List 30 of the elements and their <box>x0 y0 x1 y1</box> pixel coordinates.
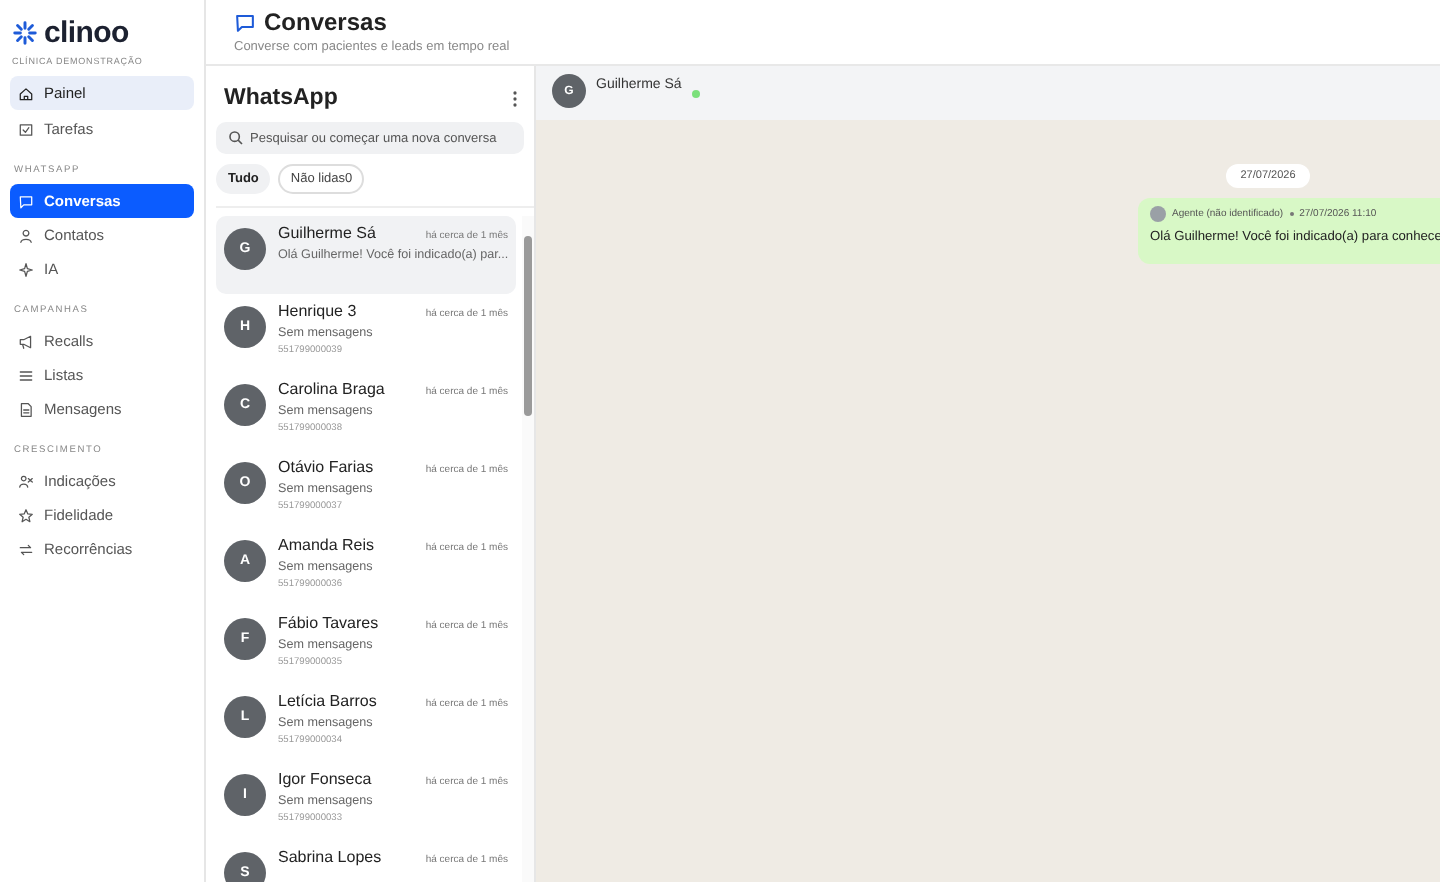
contact-name: Carolina Braga <box>278 380 385 398</box>
person-icon <box>18 227 34 243</box>
panel-title: WhatsApp <box>224 86 338 110</box>
dots-icon <box>512 89 518 107</box>
contact-name: Fábio Tavares <box>278 614 379 632</box>
home-icon <box>18 85 34 101</box>
megaphone-icon <box>18 333 34 349</box>
brand-name: clinoo <box>44 16 129 50</box>
scrollbar[interactable] <box>522 216 534 882</box>
contact-name: Sabrina Lopes <box>278 848 382 866</box>
checklist-icon <box>18 121 34 137</box>
separator-dot-icon <box>1289 212 1294 216</box>
contact-name: Letícia Barros <box>278 692 377 710</box>
more-options-button[interactable] <box>508 87 522 109</box>
contact-name: Igor Fonseca <box>278 770 372 788</box>
star-icon <box>18 507 34 523</box>
search-icon <box>228 130 244 146</box>
contact-name: Otávio Farias <box>278 458 374 476</box>
repeat-icon <box>18 541 34 557</box>
chat-icon <box>18 193 34 209</box>
page-title: Conversas <box>264 8 387 36</box>
agent-icon <box>1150 206 1166 222</box>
contact-name: Guilherme Sá <box>278 224 376 242</box>
document-icon <box>18 401 34 417</box>
chat-icon <box>234 11 256 33</box>
sparkle-icon <box>18 261 34 277</box>
logo-icon <box>12 20 38 46</box>
contact-name: Henrique 3 <box>278 302 357 320</box>
contact-name: Amanda Reis <box>278 536 375 554</box>
list-icon <box>18 367 34 383</box>
